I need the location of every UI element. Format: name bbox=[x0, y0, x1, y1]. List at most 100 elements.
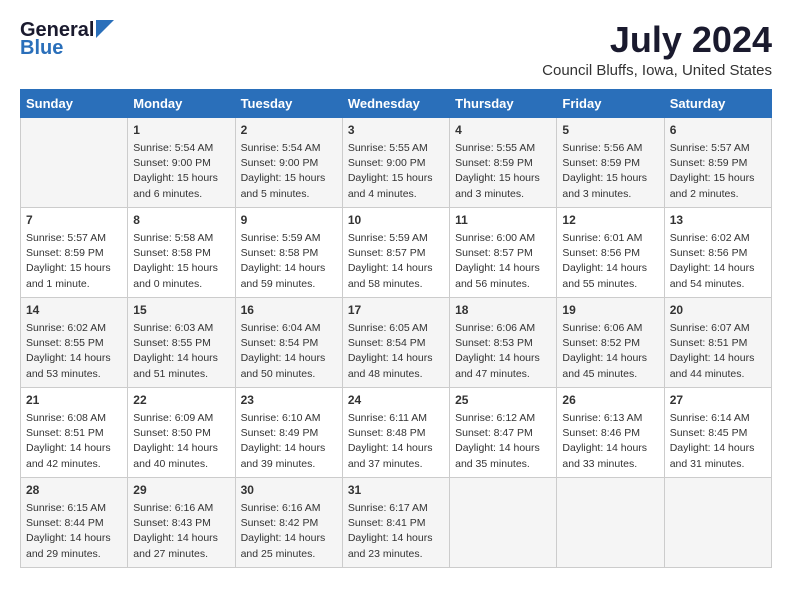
day-number: 4 bbox=[455, 122, 551, 139]
day-number: 26 bbox=[562, 392, 658, 409]
day-number: 21 bbox=[26, 392, 122, 409]
cell-info-line: and 48 minutes. bbox=[348, 367, 444, 382]
weekday-header-wednesday: Wednesday bbox=[342, 89, 449, 117]
cell-info-line: Sunrise: 6:06 AM bbox=[562, 321, 658, 336]
day-number: 14 bbox=[26, 302, 122, 319]
cell-info-line: Sunset: 8:50 PM bbox=[133, 426, 229, 441]
cell-info-line: Sunrise: 6:02 AM bbox=[26, 321, 122, 336]
cell-info-line: and 42 minutes. bbox=[26, 457, 122, 472]
calendar-cell: 3Sunrise: 5:55 AMSunset: 9:00 PMDaylight… bbox=[342, 117, 449, 207]
calendar-cell: 14Sunrise: 6:02 AMSunset: 8:55 PMDayligh… bbox=[21, 297, 128, 387]
calendar-cell: 9Sunrise: 5:59 AMSunset: 8:58 PMDaylight… bbox=[235, 207, 342, 297]
cell-info-line: Daylight: 15 hours bbox=[348, 171, 444, 186]
calendar-cell: 26Sunrise: 6:13 AMSunset: 8:46 PMDayligh… bbox=[557, 387, 664, 477]
cell-info-line: Sunset: 8:59 PM bbox=[562, 156, 658, 171]
cell-info-line: Daylight: 14 hours bbox=[670, 441, 766, 456]
cell-info-line: Sunrise: 6:13 AM bbox=[562, 411, 658, 426]
cell-info-line: and 0 minutes. bbox=[133, 277, 229, 292]
cell-info-line: Sunrise: 5:56 AM bbox=[562, 141, 658, 156]
calendar-cell: 27Sunrise: 6:14 AMSunset: 8:45 PMDayligh… bbox=[664, 387, 771, 477]
day-number: 8 bbox=[133, 212, 229, 229]
calendar-cell: 18Sunrise: 6:06 AMSunset: 8:53 PMDayligh… bbox=[450, 297, 557, 387]
cell-info-line: Sunset: 8:54 PM bbox=[241, 336, 337, 351]
cell-info-line: Sunset: 8:55 PM bbox=[133, 336, 229, 351]
cell-info-line: Daylight: 15 hours bbox=[241, 171, 337, 186]
cell-info-line: and 40 minutes. bbox=[133, 457, 229, 472]
cell-info-line: Sunset: 8:41 PM bbox=[348, 516, 444, 531]
calendar-cell: 20Sunrise: 6:07 AMSunset: 8:51 PMDayligh… bbox=[664, 297, 771, 387]
cell-info-line: Sunrise: 6:10 AM bbox=[241, 411, 337, 426]
cell-info-line: Daylight: 14 hours bbox=[241, 351, 337, 366]
cell-info-line: Daylight: 14 hours bbox=[348, 531, 444, 546]
calendar-cell: 19Sunrise: 6:06 AMSunset: 8:52 PMDayligh… bbox=[557, 297, 664, 387]
day-number: 12 bbox=[562, 212, 658, 229]
cell-info-line: and 37 minutes. bbox=[348, 457, 444, 472]
cell-info-line: Sunset: 8:57 PM bbox=[348, 246, 444, 261]
cell-info-line: Sunrise: 5:55 AM bbox=[455, 141, 551, 156]
calendar-cell: 13Sunrise: 6:02 AMSunset: 8:56 PMDayligh… bbox=[664, 207, 771, 297]
cell-info-line: Daylight: 14 hours bbox=[348, 441, 444, 456]
week-row-3: 14 Sunrise: 6:02 AM Sunset: 8:55 PM Dayligh… bbox=[21, 297, 772, 387]
cell-info-line: and 31 minutes. bbox=[670, 457, 766, 472]
calendar-cell: 1Sunrise: 5:54 AMSunset: 9:00 PMDaylight… bbox=[128, 117, 235, 207]
day-number: 3 bbox=[348, 122, 444, 139]
weekday-header-sunday: Sunday bbox=[21, 89, 128, 117]
day-number: 30 bbox=[241, 482, 337, 499]
week-row-2: 7Sunrise: 5:57 AMSunset: 8:59 PMDaylight… bbox=[21, 207, 772, 297]
day-number: 22 bbox=[133, 392, 229, 409]
cell-info-line: Sunset: 8:58 PM bbox=[241, 246, 337, 261]
day-number: 23 bbox=[241, 392, 337, 409]
calendar-cell: 29Sunrise: 6:16 AMSunset: 8:43 PMDayligh… bbox=[128, 477, 235, 567]
cell-info-line: Sunrise: 5:54 AM bbox=[133, 141, 229, 156]
cell-info-line: and 1 minute. bbox=[26, 277, 122, 292]
cell-info-line: Sunset: 8:53 PM bbox=[455, 336, 551, 351]
cell-info-line: Sunset: 8:58 PM bbox=[133, 246, 229, 261]
cell-info-line: Daylight: 14 hours bbox=[348, 261, 444, 276]
week-row-4: 21Sunrise: 6:08 AMSunset: 8:51 PMDayligh… bbox=[21, 387, 772, 477]
calendar-cell: 7Sunrise: 5:57 AMSunset: 8:59 PMDaylight… bbox=[21, 207, 128, 297]
cell-info-line: Sunrise: 6:03 AM bbox=[133, 321, 229, 336]
cell-info-line: Sunrise: 5:59 AM bbox=[241, 231, 337, 246]
cell-info-line: and 6 minutes. bbox=[133, 187, 229, 202]
calendar-cell bbox=[557, 477, 664, 567]
cell-info-line: Sunrise: 5:58 AM bbox=[133, 231, 229, 246]
cell-info-line: Daylight: 14 hours bbox=[562, 261, 658, 276]
month-title: July 2024 bbox=[542, 20, 772, 60]
cell-info-line: and 53 minutes. bbox=[26, 367, 122, 382]
day-number: 15 bbox=[133, 302, 229, 319]
cell-info-line: and 2 minutes. bbox=[670, 187, 766, 202]
calendar-cell: 16Sunrise: 6:04 AMSunset: 8:54 PMDayligh… bbox=[235, 297, 342, 387]
cell-info-line: Sunset: 8:47 PM bbox=[455, 426, 551, 441]
cell-info-line: Daylight: 14 hours bbox=[455, 441, 551, 456]
title-block: July 2024 Council Bluffs, Iowa, United S… bbox=[542, 20, 772, 79]
cell-info-line: Sunrise: 5:57 AM bbox=[670, 141, 766, 156]
cell-info-line: Sunset: 8:43 PM bbox=[133, 516, 229, 531]
weekday-header-friday: Friday bbox=[557, 89, 664, 117]
cell-info-line: Daylight: 14 hours bbox=[455, 351, 551, 366]
day-number: 5 bbox=[562, 122, 658, 139]
cell-info-line: and 35 minutes. bbox=[455, 457, 551, 472]
cell-info-line: and 27 minutes. bbox=[133, 547, 229, 562]
cell-info-line: Daylight: 15 hours bbox=[455, 171, 551, 186]
cell-info-line: Sunset: 8:56 PM bbox=[670, 246, 766, 261]
cell-info-line: Sunrise: 6:02 AM bbox=[670, 231, 766, 246]
cell-info-line: Sunset: 9:00 PM bbox=[133, 156, 229, 171]
cell-info-line: Daylight: 14 hours bbox=[26, 351, 122, 366]
page-header: General Blue July 2024 Council Bluffs, I… bbox=[20, 20, 772, 79]
day-number: 29 bbox=[133, 482, 229, 499]
calendar-cell: 21Sunrise: 6:08 AMSunset: 8:51 PMDayligh… bbox=[21, 387, 128, 477]
day-number: 16 bbox=[241, 302, 337, 319]
cell-info-line: Sunrise: 5:54 AM bbox=[241, 141, 337, 156]
calendar-cell: 5Sunrise: 5:56 AMSunset: 8:59 PMDaylight… bbox=[557, 117, 664, 207]
cell-info-line: Sunset: 9:00 PM bbox=[241, 156, 337, 171]
calendar-cell: 28Sunrise: 6:15 AMSunset: 8:44 PMDayligh… bbox=[21, 477, 128, 567]
cell-info-line: Daylight: 15 hours bbox=[670, 171, 766, 186]
cell-info-line: Sunset: 8:45 PM bbox=[670, 426, 766, 441]
weekday-header-saturday: Saturday bbox=[664, 89, 771, 117]
cell-info-line: Sunrise: 5:59 AM bbox=[348, 231, 444, 246]
cell-info-line: Daylight: 14 hours bbox=[241, 261, 337, 276]
day-number: 7 bbox=[26, 212, 122, 229]
calendar-cell: 30Sunrise: 6:16 AMSunset: 8:42 PMDayligh… bbox=[235, 477, 342, 567]
cell-info-line: Sunset: 8:56 PM bbox=[562, 246, 658, 261]
cell-info-line: Sunrise: 6:00 AM bbox=[455, 231, 551, 246]
